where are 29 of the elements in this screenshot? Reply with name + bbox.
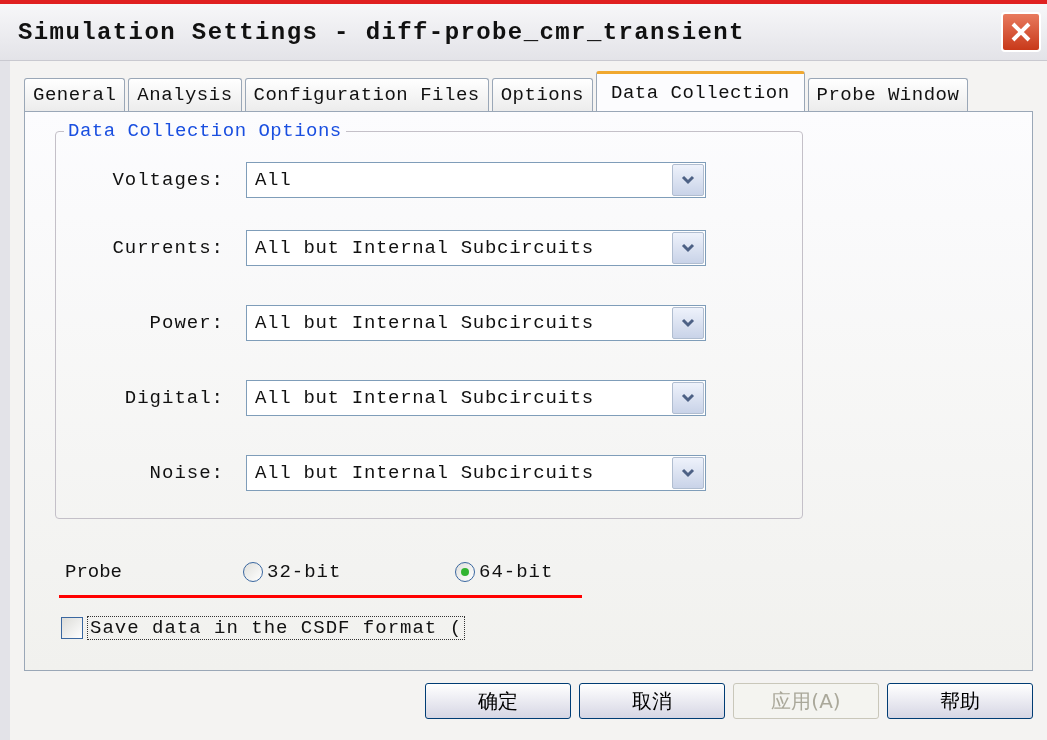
probe-label: Probe — [64, 561, 123, 583]
dropdown[interactable]: All but Internal Subcircuits — [246, 379, 706, 416]
tab[interactable]: Analysis — [128, 78, 242, 111]
dropdown[interactable]: All but Internal Subcircuits — [246, 454, 706, 491]
radio-option[interactable]: 32-bit — [243, 561, 455, 583]
checkbox-label[interactable]: Save data in the CSDF format ( — [87, 616, 466, 640]
tab[interactable]: General — [24, 78, 126, 111]
radio-icon[interactable] — [243, 562, 263, 582]
tab[interactable]: Data Collection — [596, 71, 805, 111]
dropdown[interactable]: All — [246, 162, 706, 198]
window-title: Simulation Settings - diff-probe_cmr_transient — [18, 18, 745, 46]
radio-icon[interactable] — [455, 562, 475, 582]
dropdown[interactable]: All but Internal Subcircuits — [246, 229, 706, 266]
field-label: Currents: — [111, 236, 224, 259]
tab[interactable]: Configuration Files — [244, 78, 489, 111]
field-label: Voltages: — [111, 169, 224, 191]
close-button[interactable] — [1001, 12, 1041, 52]
field-label: Digital: — [123, 386, 224, 409]
dialog-button[interactable]: 确定 — [425, 683, 571, 719]
tab[interactable]: Probe Window — [807, 78, 969, 111]
dialog-button[interactable]: 取消 — [579, 683, 725, 719]
field-label: Noise: — [148, 461, 224, 484]
group-title: Data Collection Options — [67, 120, 343, 142]
dropdown[interactable]: All but Internal Subcircuits — [246, 304, 706, 341]
tab[interactable]: Options — [491, 78, 593, 111]
dialog-button[interactable]: 帮助 — [887, 683, 1033, 719]
field-label: Power: — [148, 311, 224, 334]
checkbox[interactable] — [61, 617, 83, 639]
radio-option[interactable]: 64-bit — [455, 561, 667, 583]
